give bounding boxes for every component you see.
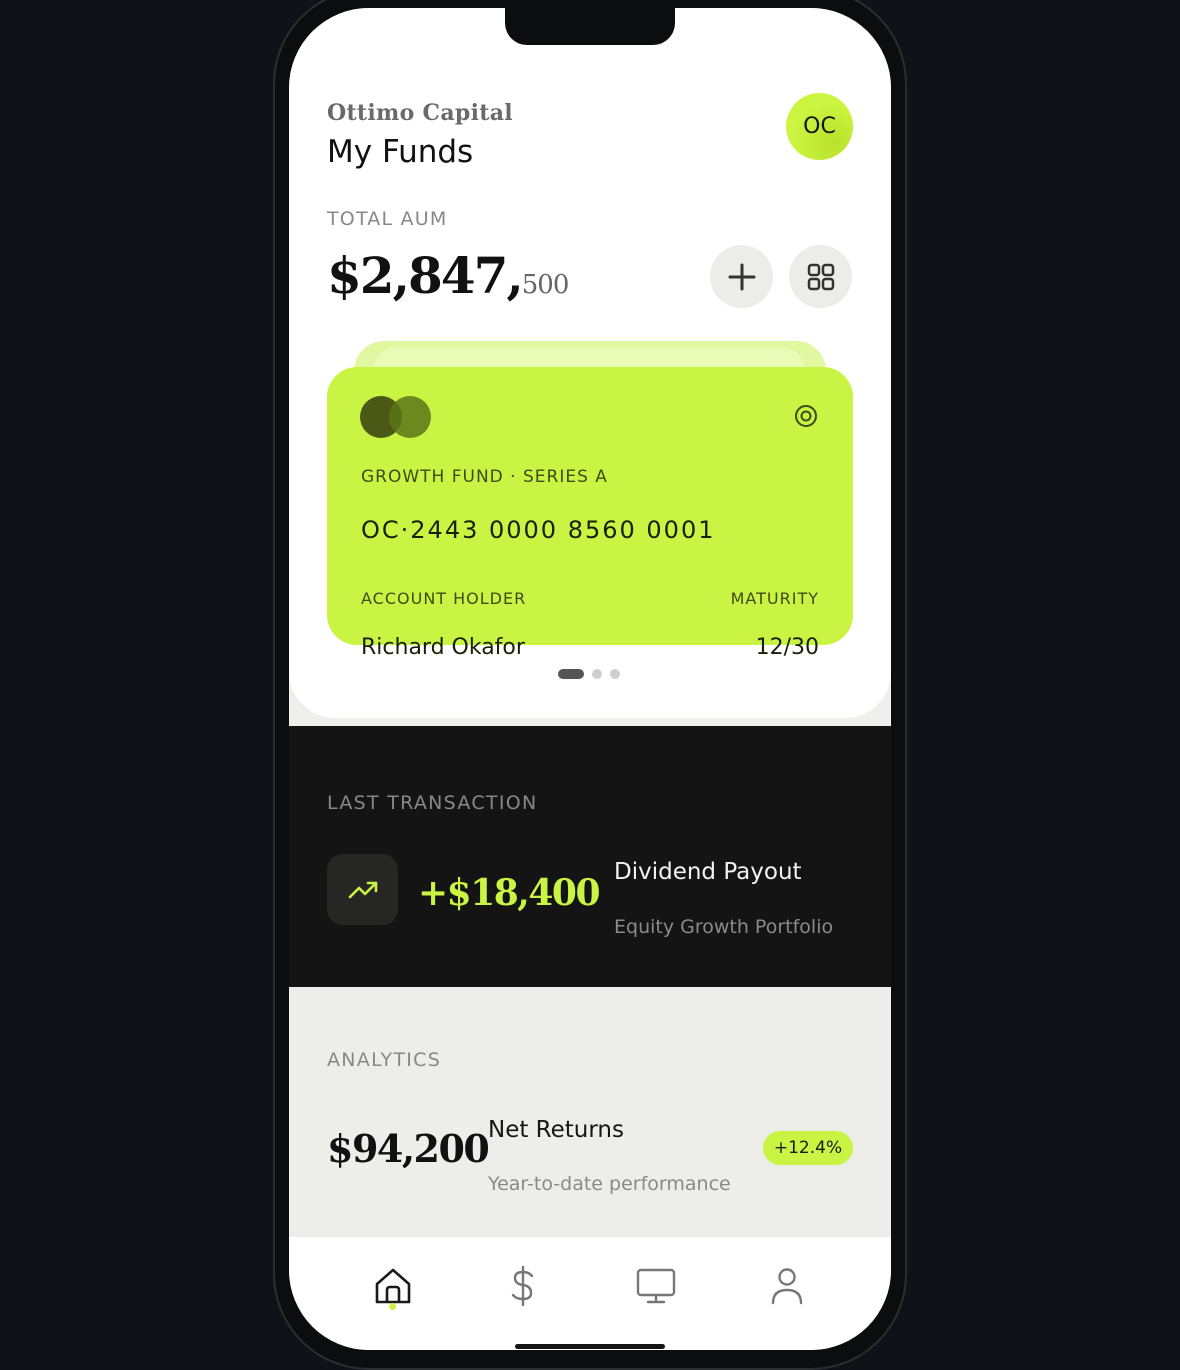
returns-badge: +12.4% [763, 1131, 853, 1165]
transaction-subtitle: Equity Growth Portfolio [614, 916, 834, 938]
carousel-indicator [558, 669, 620, 679]
transaction-icon-box [327, 854, 398, 925]
total-aum-label: TOTAL AUM [327, 208, 448, 230]
grid-icon [807, 263, 834, 290]
add-button[interactable] [710, 245, 773, 308]
total-aum-value: $2,847,500 [327, 246, 570, 305]
trend-up-icon [348, 881, 377, 898]
home-icon [375, 1268, 411, 1304]
dollar-icon [511, 1265, 534, 1307]
grid-view-button[interactable] [789, 245, 852, 308]
concentric-circle-icon [795, 405, 817, 427]
last-transaction-panel[interactable]: LAST TRANSACTION +$18,400 Dividend Payou… [289, 726, 891, 987]
brand-name: Ottimo Capital [327, 100, 513, 126]
analytics-panel[interactable]: ANALYTICS $94,200 Net Returns Year-to-da… [289, 987, 891, 1237]
home-indicator[interactable] [515, 1344, 665, 1349]
carousel-dot[interactable] [610, 669, 620, 679]
aum-main: $2,847, [327, 246, 524, 305]
page-title: My Funds [327, 134, 474, 170]
avatar[interactable]: OC [786, 93, 853, 160]
aum-cents: 500 [521, 270, 570, 300]
carousel-dot-active[interactable] [558, 669, 584, 679]
phone-screen: Ottimo Capital My Funds OC TOTAL AUM $2,… [289, 8, 891, 1350]
nav-funds[interactable] [502, 1265, 544, 1307]
avatar-initials: OC [803, 114, 836, 139]
fund-name: GROWTH FUND · SERIES A [361, 467, 608, 487]
nav-profile[interactable] [766, 1265, 808, 1307]
net-returns-title: Net Returns [488, 1117, 624, 1143]
nav-active-indicator [389, 1303, 396, 1310]
transaction-title: Dividend Payout [614, 859, 802, 885]
bottom-nav [289, 1237, 891, 1350]
nav-home[interactable] [372, 1265, 414, 1307]
last-transaction-label: LAST TRANSACTION [327, 792, 538, 814]
interlocking-circles-logo [360, 396, 431, 438]
holder-label: ACCOUNT HOLDER [361, 589, 527, 608]
maturity-value: 12/30 [755, 635, 819, 660]
transaction-amount: +$18,400 [418, 872, 601, 914]
monitor-icon [636, 1268, 676, 1304]
funds-panel: Ottimo Capital My Funds OC TOTAL AUM $2,… [289, 8, 891, 718]
holder-name: Richard Okafor [361, 635, 525, 660]
analytics-label: ANALYTICS [327, 1049, 442, 1071]
net-returns-value: $94,200 [327, 1126, 490, 1171]
nav-dashboard[interactable] [635, 1265, 677, 1307]
carousel-dot[interactable] [592, 669, 602, 679]
maturity-label: MATURITY [730, 589, 819, 608]
fund-card[interactable]: GROWTH FUND · SERIES A OC·2443 0000 8560… [327, 367, 853, 660]
user-icon [771, 1268, 803, 1305]
notch [505, 8, 675, 45]
plus-icon [728, 263, 755, 290]
card-number: OC·2443 0000 8560 0001 [361, 516, 716, 544]
net-returns-subtitle: Year-to-date performance [488, 1173, 731, 1195]
